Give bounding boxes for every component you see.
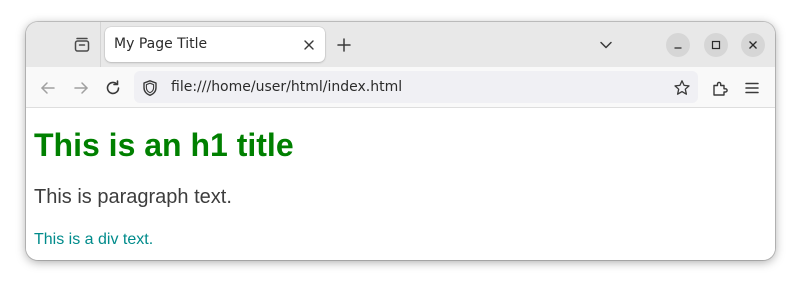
tab-separator bbox=[100, 22, 101, 67]
paragraph-text: This is paragraph text. bbox=[34, 186, 232, 208]
close-icon bbox=[303, 39, 315, 51]
app-menu-button[interactable] bbox=[741, 77, 763, 99]
close-icon bbox=[748, 40, 758, 50]
page-content: This is an h1 title This is paragraph te… bbox=[26, 108, 775, 260]
puzzle-icon bbox=[711, 79, 729, 97]
maximize-button[interactable] bbox=[704, 33, 728, 57]
star-icon bbox=[673, 79, 691, 97]
tab-close-button[interactable] bbox=[301, 37, 317, 53]
arrow-right-icon bbox=[72, 79, 90, 97]
bookmark-button[interactable] bbox=[672, 78, 692, 98]
shield-icon bbox=[141, 79, 159, 97]
tab-list-icon bbox=[73, 36, 91, 54]
firefox-view-button[interactable] bbox=[70, 34, 94, 56]
page-heading: This is an h1 title bbox=[34, 127, 294, 163]
tab-active[interactable]: My Page Title bbox=[105, 27, 325, 62]
window-close-button[interactable] bbox=[741, 33, 765, 57]
tab-bar: My Page Title bbox=[26, 22, 775, 67]
tab-title: My Page Title bbox=[114, 36, 208, 52]
address-bar[interactable]: file:///home/user/html/index.html bbox=[134, 71, 698, 103]
maximize-icon bbox=[711, 40, 721, 50]
forward-button[interactable] bbox=[70, 77, 92, 99]
reload-icon bbox=[104, 79, 122, 97]
arrow-left-icon bbox=[39, 79, 57, 97]
site-info-button[interactable] bbox=[140, 78, 160, 98]
browser-window: My Page Title file:///home/user/html/ind… bbox=[26, 22, 775, 260]
hamburger-menu-icon bbox=[744, 80, 760, 96]
new-tab-button[interactable] bbox=[334, 35, 354, 55]
list-all-tabs-button[interactable] bbox=[596, 35, 616, 55]
back-button[interactable] bbox=[37, 77, 59, 99]
minimize-icon bbox=[673, 40, 683, 50]
minimize-button[interactable] bbox=[666, 33, 690, 57]
chevron-down-icon bbox=[599, 38, 613, 52]
extensions-button[interactable] bbox=[709, 77, 731, 99]
div-text: This is a div text. bbox=[34, 231, 154, 248]
navigation-toolbar: file:///home/user/html/index.html bbox=[26, 67, 775, 108]
plus-icon bbox=[337, 38, 351, 52]
reload-button[interactable] bbox=[102, 77, 124, 99]
url-text[interactable]: file:///home/user/html/index.html bbox=[171, 79, 402, 95]
